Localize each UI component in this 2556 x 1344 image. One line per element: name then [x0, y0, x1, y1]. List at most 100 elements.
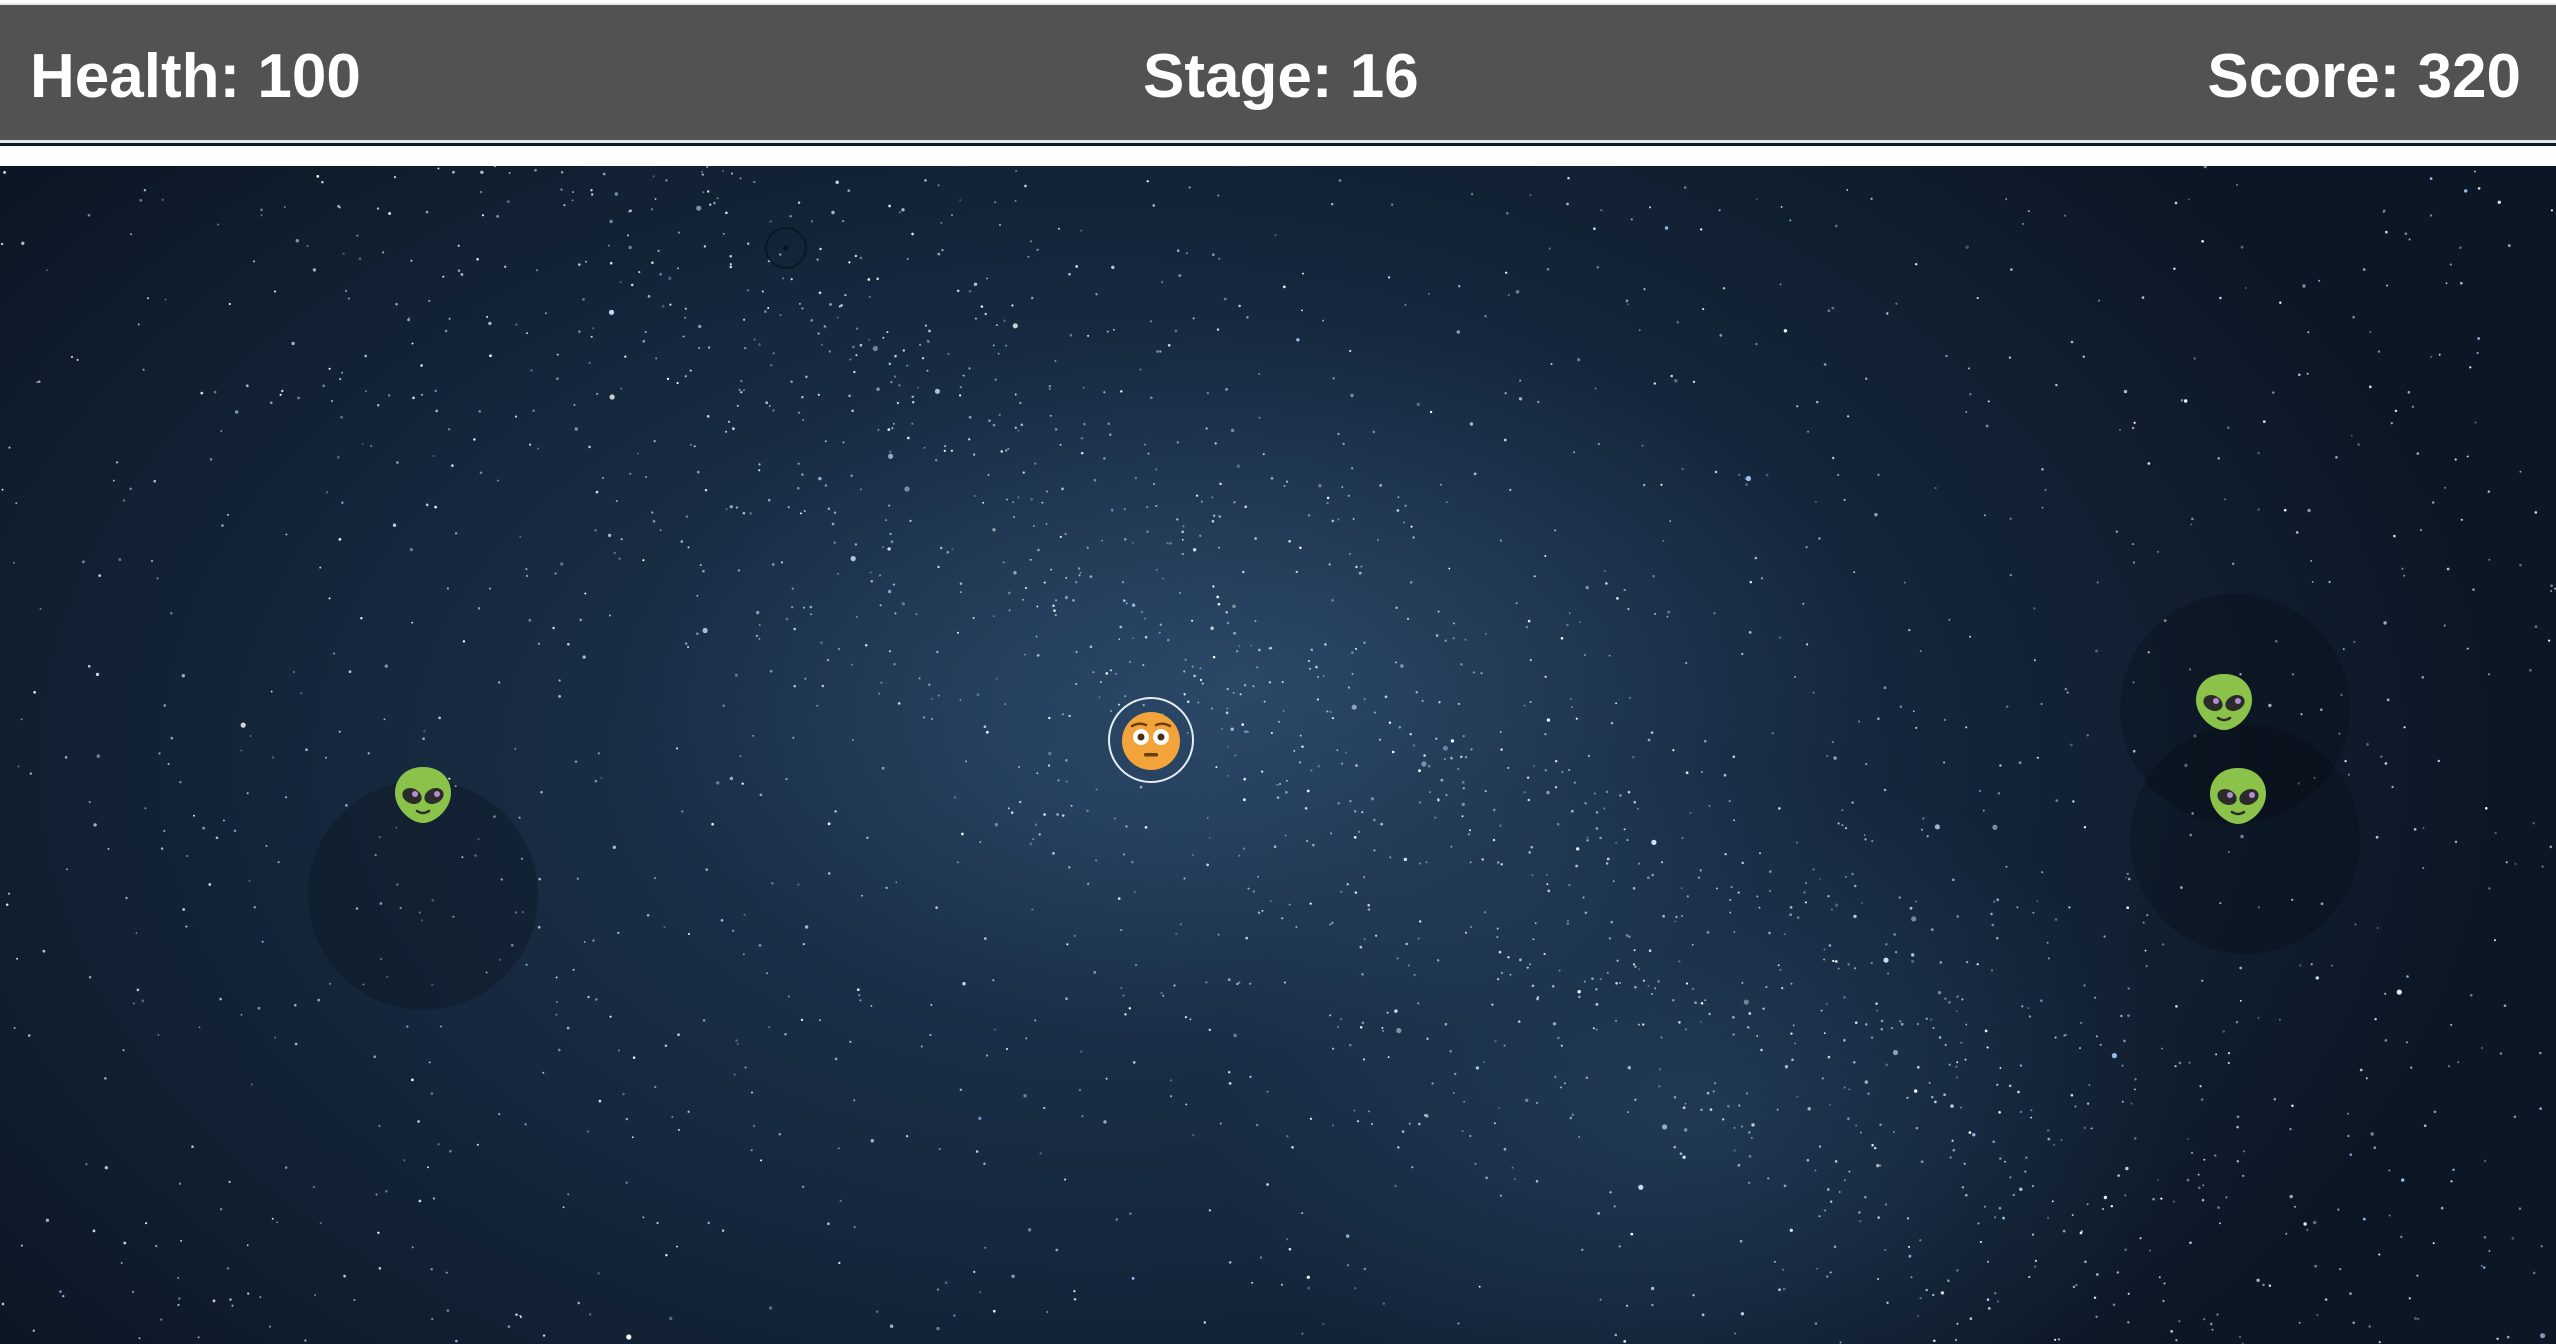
- star: [669, 303, 672, 306]
- star: [583, 940, 586, 943]
- star: [233, 829, 237, 833]
- star: [1037, 548, 1040, 552]
- star: [1818, 1215, 1821, 1218]
- star: [1400, 664, 1404, 668]
- star: [1692, 380, 1696, 384]
- star: [2173, 267, 2176, 270]
- star: [944, 1281, 948, 1284]
- star: [1648, 949, 1652, 953]
- star: [1274, 234, 1277, 237]
- star: [1578, 1135, 1581, 1139]
- star: [185, 925, 188, 928]
- star: [1405, 942, 1409, 946]
- star: [987, 473, 990, 476]
- target-ring-icon[interactable]: [765, 227, 807, 269]
- star: [744, 1066, 747, 1069]
- star: [1055, 1248, 1059, 1252]
- star: [798, 411, 801, 414]
- star: [577, 1301, 581, 1305]
- star: [1634, 965, 1637, 968]
- star: [1527, 798, 1531, 802]
- star: [1184, 1015, 1188, 1019]
- star: [248, 879, 251, 882]
- star: [1641, 1023, 1645, 1026]
- star: [1152, 204, 1155, 207]
- star: [2464, 189, 2468, 193]
- star: [784, 1032, 787, 1036]
- star: [1576, 847, 1580, 851]
- star: [1910, 1276, 1913, 1279]
- star: [2146, 914, 2149, 917]
- star: [858, 994, 861, 997]
- star: [1596, 265, 1600, 269]
- star: [1841, 824, 1844, 827]
- star: [229, 1298, 232, 1301]
- star: [1484, 789, 1487, 793]
- flushed-face-icon[interactable]: [1119, 709, 1183, 773]
- star: [2072, 800, 2075, 803]
- star: [1806, 1158, 1810, 1162]
- star: [1155, 468, 1158, 471]
- star: [968, 438, 971, 441]
- alien-icon[interactable]: [2192, 670, 2256, 734]
- star: [1017, 765, 1021, 769]
- star: [1575, 864, 1578, 868]
- star: [1345, 751, 1347, 754]
- star: [2357, 443, 2360, 446]
- star: [489, 587, 492, 590]
- star: [923, 446, 926, 449]
- star: [2503, 1004, 2507, 1008]
- star: [1065, 576, 1068, 580]
- star: [1029, 558, 1032, 561]
- star: [420, 364, 423, 367]
- star: [2407, 391, 2411, 394]
- star: [934, 388, 941, 394]
- star: [959, 591, 962, 594]
- star: [1919, 1297, 1922, 1300]
- star: [1814, 1169, 1817, 1172]
- star: [1112, 328, 1115, 331]
- star: [560, 188, 563, 191]
- star: [2466, 455, 2469, 458]
- star: [249, 735, 252, 737]
- stage-display: Stage: 16: [1143, 42, 1419, 111]
- star: [1708, 805, 1711, 807]
- game-canvas[interactable]: Health: 100 Stage: 16 Score: 320: [0, 0, 2556, 1344]
- star: [1643, 288, 1646, 291]
- star: [1986, 1298, 1990, 1301]
- star: [1450, 756, 1453, 760]
- star: [525, 963, 528, 966]
- star: [661, 304, 665, 308]
- star: [2496, 1337, 2499, 1340]
- star: [448, 317, 451, 320]
- alien-icon[interactable]: [391, 763, 455, 827]
- star: [284, 1166, 288, 1169]
- star: [1789, 913, 1792, 917]
- star: [582, 298, 585, 301]
- star: [664, 1044, 668, 1048]
- star: [1847, 963, 1850, 966]
- star: [353, 1299, 356, 1302]
- star: [1376, 539, 1379, 542]
- star: [1535, 1180, 1539, 1183]
- star: [279, 393, 282, 396]
- star: [1493, 1122, 1496, 1125]
- star: [2347, 1112, 2350, 1115]
- star: [742, 389, 746, 392]
- star: [2117, 1174, 2120, 1177]
- star: [1238, 854, 1241, 857]
- star: [2099, 1043, 2102, 1047]
- star: [2316, 1314, 2319, 1317]
- alien-icon[interactable]: [2206, 764, 2270, 828]
- star: [473, 438, 476, 441]
- star: [1992, 1140, 1996, 1144]
- star: [833, 511, 837, 515]
- star: [584, 260, 588, 263]
- star: [689, 443, 693, 446]
- star: [713, 201, 716, 205]
- star: [1666, 615, 1669, 618]
- star: [1803, 891, 1806, 894]
- star: [624, 355, 627, 358]
- playfield[interactable]: [0, 164, 2556, 1344]
- star: [961, 832, 964, 836]
